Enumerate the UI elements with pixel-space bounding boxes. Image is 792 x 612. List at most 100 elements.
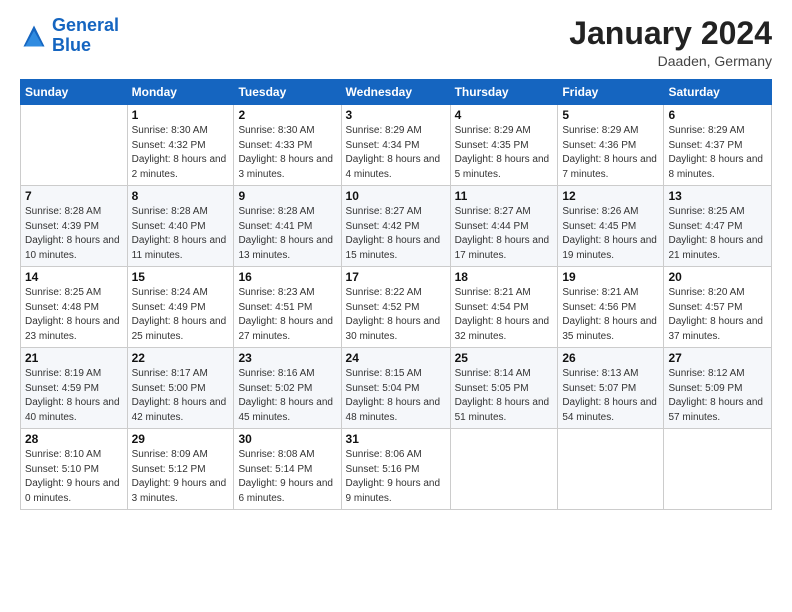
table-row: 4Sunrise: 8:29 AMSunset: 4:35 PMDaylight… [450, 105, 558, 186]
day-number: 16 [238, 270, 336, 284]
table-row: 23Sunrise: 8:16 AMSunset: 5:02 PMDayligh… [234, 348, 341, 429]
day-number: 10 [346, 189, 446, 203]
header: General Blue January 2024 Daaden, German… [20, 16, 772, 69]
day-number: 5 [562, 108, 659, 122]
day-info: Sunrise: 8:30 AMSunset: 4:33 PMDaylight:… [238, 124, 336, 182]
day-number: 28 [25, 432, 123, 446]
title-block: January 2024 Daaden, Germany [569, 16, 772, 69]
header-friday: Friday [558, 80, 664, 105]
table-row: 17 Sunrise: 8:22 AMSunset: 4:52 PMDayligh… [341, 267, 450, 348]
day-info: Sunrise: 8:13 AMSunset: 5:07 PMDaylight:… [562, 367, 659, 425]
table-row: 31 Sunrise: 8:06 AMSunset: 5:16 PMDayligh… [341, 429, 450, 510]
day-number: 23 [238, 351, 336, 365]
table-row: 25Sunrise: 8:14 AMSunset: 5:05 PMDayligh… [450, 348, 558, 429]
table-row: 20 Sunrise: 8:20 AMSunset: 4:57 PMDayligh… [664, 267, 772, 348]
table-row: 5 Sunrise: 8:29 AMSunset: 4:36 PMDaylight… [558, 105, 664, 186]
table-row: 3Sunrise: 8:29 AMSunset: 4:34 PMDaylight… [341, 105, 450, 186]
day-number: 6 [668, 108, 767, 122]
day-number: 24 [346, 351, 446, 365]
day-number: 12 [562, 189, 659, 203]
day-number: 31 [346, 432, 446, 446]
day-number: 22 [132, 351, 230, 365]
table-row: 28Sunrise: 8:10 AMSunset: 5:10 PMDayligh… [21, 429, 128, 510]
day-info: Sunrise: 8:09 AMSunset: 5:12 PMDaylight:… [132, 448, 230, 506]
header-wednesday: Wednesday [341, 80, 450, 105]
day-info: Sunrise: 8:17 AMSunset: 5:00 PMDaylight:… [132, 367, 230, 425]
day-info: Sunrise: 8:21 AMSunset: 4:56 PMDaylight:… [562, 286, 659, 344]
logo-text: General Blue [52, 16, 119, 56]
day-number: 18 [455, 270, 554, 284]
logo-line1: General [52, 15, 119, 35]
month-title: January 2024 [569, 16, 772, 51]
calendar-week-row: 7 Sunrise: 8:28 AMSunset: 4:39 PMDaylight… [21, 186, 772, 267]
day-info: Sunrise: 8:21 AMSunset: 4:54 PMDaylight:… [455, 286, 554, 344]
day-number: 7 [25, 189, 123, 203]
table-row: 29 Sunrise: 8:09 AMSunset: 5:12 PMDayligh… [127, 429, 234, 510]
table-row [558, 429, 664, 510]
day-number: 13 [668, 189, 767, 203]
day-info: Sunrise: 8:26 AMSunset: 4:45 PMDaylight:… [562, 205, 659, 263]
day-info: Sunrise: 8:22 AMSunset: 4:52 PMDaylight:… [346, 286, 446, 344]
day-info: Sunrise: 8:28 AMSunset: 4:40 PMDaylight:… [132, 205, 230, 263]
table-row: 13 Sunrise: 8:25 AMSunset: 4:47 PMDayligh… [664, 186, 772, 267]
day-info: Sunrise: 8:29 AMSunset: 4:36 PMDaylight:… [562, 124, 659, 182]
day-info: Sunrise: 8:24 AMSunset: 4:49 PMDaylight:… [132, 286, 230, 344]
day-number: 8 [132, 189, 230, 203]
logo: General Blue [20, 16, 119, 56]
day-info: Sunrise: 8:06 AMSunset: 5:16 PMDaylight:… [346, 448, 446, 506]
table-row: 8 Sunrise: 8:28 AMSunset: 4:40 PMDaylight… [127, 186, 234, 267]
table-row: 6Sunrise: 8:29 AMSunset: 4:37 PMDaylight… [664, 105, 772, 186]
day-info: Sunrise: 8:27 AMSunset: 4:44 PMDaylight:… [455, 205, 554, 263]
table-row: 21Sunrise: 8:19 AMSunset: 4:59 PMDayligh… [21, 348, 128, 429]
day-info: Sunrise: 8:27 AMSunset: 4:42 PMDaylight:… [346, 205, 446, 263]
day-info: Sunrise: 8:23 AMSunset: 4:51 PMDaylight:… [238, 286, 336, 344]
day-number: 11 [455, 189, 554, 203]
table-row [450, 429, 558, 510]
table-row: 1 Sunrise: 8:30 AMSunset: 4:32 PMDaylight… [127, 105, 234, 186]
table-row: 11 Sunrise: 8:27 AMSunset: 4:44 PMDayligh… [450, 186, 558, 267]
day-number: 9 [238, 189, 336, 203]
table-row: 30Sunrise: 8:08 AMSunset: 5:14 PMDayligh… [234, 429, 341, 510]
day-number: 15 [132, 270, 230, 284]
table-row [664, 429, 772, 510]
table-row: 19Sunrise: 8:21 AMSunset: 4:56 PMDayligh… [558, 267, 664, 348]
day-info: Sunrise: 8:08 AMSunset: 5:14 PMDaylight:… [238, 448, 336, 506]
day-number: 14 [25, 270, 123, 284]
header-monday: Monday [127, 80, 234, 105]
day-info: Sunrise: 8:14 AMSunset: 5:05 PMDaylight:… [455, 367, 554, 425]
page: General Blue January 2024 Daaden, German… [0, 0, 792, 612]
day-info: Sunrise: 8:15 AMSunset: 5:04 PMDaylight:… [346, 367, 446, 425]
table-row: 15 Sunrise: 8:24 AMSunset: 4:49 PMDayligh… [127, 267, 234, 348]
day-info: Sunrise: 8:25 AMSunset: 4:47 PMDaylight:… [668, 205, 767, 263]
calendar-week-row: 21Sunrise: 8:19 AMSunset: 4:59 PMDayligh… [21, 348, 772, 429]
day-number: 29 [132, 432, 230, 446]
logo-line2: Blue [52, 35, 91, 55]
calendar-week-row: 1 Sunrise: 8:30 AMSunset: 4:32 PMDaylight… [21, 105, 772, 186]
table-row: 9 Sunrise: 8:28 AMSunset: 4:41 PMDaylight… [234, 186, 341, 267]
day-number: 26 [562, 351, 659, 365]
day-info: Sunrise: 8:30 AMSunset: 4:32 PMDaylight:… [132, 124, 230, 182]
header-sunday: Sunday [21, 80, 128, 105]
day-info: Sunrise: 8:28 AMSunset: 4:39 PMDaylight:… [25, 205, 123, 263]
day-number: 3 [346, 108, 446, 122]
day-number: 27 [668, 351, 767, 365]
table-row: 7 Sunrise: 8:28 AMSunset: 4:39 PMDaylight… [21, 186, 128, 267]
table-row: 18 Sunrise: 8:21 AMSunset: 4:54 PMDayligh… [450, 267, 558, 348]
calendar-week-row: 28Sunrise: 8:10 AMSunset: 5:10 PMDayligh… [21, 429, 772, 510]
day-info: Sunrise: 8:20 AMSunset: 4:57 PMDaylight:… [668, 286, 767, 344]
day-info: Sunrise: 8:19 AMSunset: 4:59 PMDaylight:… [25, 367, 123, 425]
day-number: 17 [346, 270, 446, 284]
day-info: Sunrise: 8:25 AMSunset: 4:48 PMDaylight:… [25, 286, 123, 344]
day-info: Sunrise: 8:28 AMSunset: 4:41 PMDaylight:… [238, 205, 336, 263]
header-tuesday: Tuesday [234, 80, 341, 105]
day-number: 1 [132, 108, 230, 122]
table-row: 12 Sunrise: 8:26 AMSunset: 4:45 PMDayligh… [558, 186, 664, 267]
calendar-week-row: 14 Sunrise: 8:25 AMSunset: 4:48 PMDayligh… [21, 267, 772, 348]
table-row: 27Sunrise: 8:12 AMSunset: 5:09 PMDayligh… [664, 348, 772, 429]
table-row: 10 Sunrise: 8:27 AMSunset: 4:42 PMDayligh… [341, 186, 450, 267]
calendar-table: Sunday Monday Tuesday Wednesday Thursday… [20, 79, 772, 510]
logo-icon [20, 22, 48, 50]
day-info: Sunrise: 8:29 AMSunset: 4:35 PMDaylight:… [455, 124, 554, 182]
table-row: 26 Sunrise: 8:13 AMSunset: 5:07 PMDayligh… [558, 348, 664, 429]
day-number: 20 [668, 270, 767, 284]
